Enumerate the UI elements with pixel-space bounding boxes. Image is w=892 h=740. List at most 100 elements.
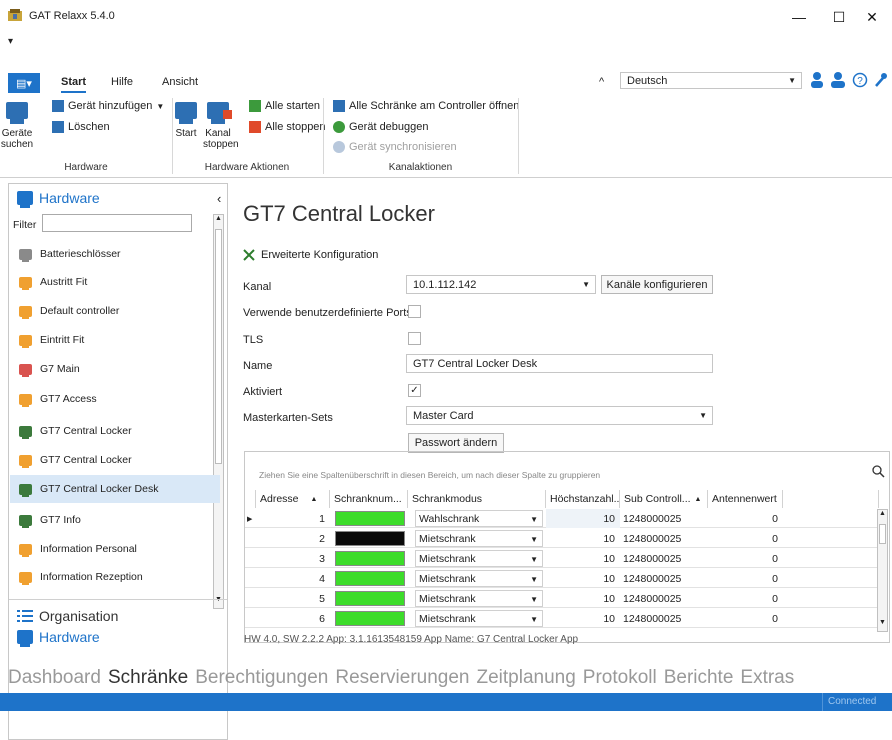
sidebar-item[interactable]: Batterieschlösser: [10, 240, 220, 268]
scroll-thumb[interactable]: [879, 524, 886, 544]
module-tab-berichte[interactable]: Berichte: [664, 667, 734, 689]
quick-access-toolbar-arrow[interactable]: ▾: [8, 36, 13, 47]
configure-channels-button[interactable]: Kanäle konfigurieren: [601, 275, 713, 294]
channel-select[interactable]: 10.1.112.142 ▼: [406, 275, 596, 294]
mode-select[interactable]: Mietschrank ▼: [415, 570, 543, 587]
stop-channel-button[interactable]: Kanal stoppen: [203, 102, 239, 150]
sidebar-item[interactable]: Austritt Fit: [10, 268, 220, 296]
mode-select[interactable]: Mietschrank ▼: [415, 590, 543, 607]
sidebar-item[interactable]: GT7 Central Locker: [10, 417, 220, 445]
column-header-schrankmodus[interactable]: Schrankmodus: [408, 490, 546, 508]
search-devices-label: Geräte suchen: [0, 128, 34, 150]
column-label: Schranknum...: [334, 493, 402, 505]
tab-hilfe[interactable]: Hilfe: [111, 76, 133, 88]
table-row[interactable]: 2 Mietschrank ▼ 10 1248000025 0: [245, 529, 879, 548]
search-devices-button[interactable]: Geräte suchen: [0, 102, 34, 150]
stop-all-button[interactable]: Alle stoppen: [249, 121, 326, 133]
sidebar-header-label: Hardware: [39, 190, 100, 206]
sidebar-item[interactable]: GT7 Central Locker: [10, 446, 220, 474]
search-icon[interactable]: [872, 465, 885, 478]
column-header-sub-controller[interactable]: Sub Controll... ▲: [620, 490, 708, 508]
minimize-button[interactable]: —: [779, 5, 819, 29]
sidebar-item[interactable]: GT7 Info: [10, 506, 220, 534]
tab-start[interactable]: Start: [61, 76, 87, 93]
cell-sub-controller: 1248000025: [623, 552, 682, 565]
nav-hardware[interactable]: Hardware: [17, 629, 100, 647]
sidebar-item-selected[interactable]: GT7 Central Locker Desk: [10, 475, 220, 503]
sync-icon: [333, 141, 345, 153]
delete-button[interactable]: Löschen: [52, 121, 110, 133]
tab-ansicht[interactable]: Ansicht: [162, 76, 198, 88]
sidebar-item-label: GT7 Central Locker: [40, 425, 132, 437]
custom-ports-checkbox[interactable]: [408, 305, 421, 318]
column-header-adresse[interactable]: Adresse ▲: [256, 490, 330, 508]
sidebar-item[interactable]: Information Personal: [10, 535, 220, 563]
device-icon: [19, 454, 32, 468]
stop-all-icon: [249, 121, 261, 133]
column-label: Höchstanzahl...: [550, 493, 620, 505]
open-all-lockers-button[interactable]: Alle Schränke am Controller öffnen: [333, 100, 519, 112]
sidebar-item[interactable]: Default controller: [10, 297, 220, 325]
sidebar-item-label: Eintritt Fit: [40, 334, 85, 346]
advanced-config-link[interactable]: Erweiterte Konfiguration: [243, 249, 378, 261]
module-tab-zeitplanung[interactable]: Zeitplanung: [476, 667, 575, 689]
sidebar-item[interactable]: Information Rezeption: [10, 563, 220, 591]
module-tab-reservierungen[interactable]: Reservierungen: [335, 667, 469, 689]
table-row[interactable]: ▶ 1 Wahlschrank ▼ 10 1248000025 0: [245, 509, 879, 528]
chevron-down-icon: ▼: [788, 76, 796, 85]
sidebar-item[interactable]: Eintritt Fit: [10, 326, 220, 354]
module-tab-protokoll[interactable]: Protokoll: [583, 667, 657, 689]
mode-select[interactable]: Mietschrank ▼: [415, 610, 543, 627]
scroll-up-icon[interactable]: ▲: [878, 510, 887, 522]
scroll-down-icon[interactable]: ▼: [214, 596, 223, 608]
column-header-hoechstanzahl[interactable]: Höchstanzahl...: [546, 490, 620, 508]
language-select[interactable]: Deutsch ▼: [620, 72, 802, 89]
help-icon[interactable]: ?: [852, 72, 868, 88]
collapse-panel-button[interactable]: ‹: [217, 191, 221, 206]
mode-select[interactable]: Mietschrank ▼: [415, 550, 543, 567]
file-menu-button[interactable]: ▤▾: [8, 73, 40, 93]
start-button[interactable]: Start: [173, 102, 199, 139]
tls-checkbox[interactable]: [408, 332, 421, 345]
open-lockers-icon: [333, 100, 345, 112]
user-icon[interactable]: [810, 72, 824, 88]
grid-scrollbar[interactable]: ▲ ▼: [877, 509, 888, 632]
column-header-antennenwert[interactable]: Antennenwert: [708, 490, 783, 508]
table-row[interactable]: 6 Mietschrank ▼ 10 1248000025 0: [245, 609, 879, 628]
debug-device-button[interactable]: Gerät debuggen: [333, 121, 429, 133]
device-icon: [19, 334, 32, 348]
users-icon[interactable]: [830, 72, 846, 88]
enabled-checkbox[interactable]: ✓: [408, 384, 421, 397]
nav-organisation[interactable]: Organisation: [17, 608, 118, 624]
module-tab-berechtigungen[interactable]: Berechtigungen: [195, 667, 328, 689]
device-icon: [19, 305, 32, 319]
mode-select[interactable]: Mietschrank ▼: [415, 530, 543, 547]
scroll-up-icon[interactable]: ▲: [214, 215, 223, 227]
start-device-icon: [175, 102, 197, 126]
name-input[interactable]: GT7 Central Locker Desk: [406, 354, 713, 373]
filter-input[interactable]: [42, 214, 192, 232]
sidebar-item[interactable]: G7 Main: [10, 355, 220, 383]
sidebar-item-label: Information Rezeption: [40, 571, 143, 583]
group-label-hardware-actions: Hardware Aktionen: [204, 162, 290, 173]
collapse-ribbon-icon[interactable]: ^: [599, 76, 604, 88]
mode-select[interactable]: Wahlschrank ▼: [415, 510, 543, 527]
table-row[interactable]: 3 Mietschrank ▼ 10 1248000025 0: [245, 549, 879, 568]
module-tab-dashboard[interactable]: Dashboard: [8, 667, 101, 689]
module-tab-extras[interactable]: Extras: [740, 667, 794, 689]
table-row[interactable]: 5 Mietschrank ▼ 10 1248000025 0: [245, 589, 879, 608]
module-tab-schraenke[interactable]: Schränke: [108, 667, 188, 689]
table-row[interactable]: 4 Mietschrank ▼ 10 1248000025 0: [245, 569, 879, 588]
change-password-button[interactable]: Passwort ändern: [408, 433, 504, 453]
close-button[interactable]: ✕: [852, 5, 892, 29]
status-bar: Connected: [0, 693, 892, 711]
master-sets-select[interactable]: Master Card ▼: [406, 406, 713, 425]
start-all-button[interactable]: Alle starten: [249, 100, 320, 112]
chevron-down-icon: ▼: [582, 280, 590, 289]
scroll-down-icon[interactable]: ▼: [878, 619, 887, 631]
sidebar-item[interactable]: GT7 Access: [10, 385, 220, 413]
wrench-icon[interactable]: [874, 72, 888, 88]
column-header-schranknummer[interactable]: Schranknum...: [330, 490, 408, 508]
add-device-button[interactable]: Gerät hinzufügen ▼: [52, 100, 164, 112]
sync-device-button[interactable]: Gerät synchronisieren: [333, 141, 457, 153]
